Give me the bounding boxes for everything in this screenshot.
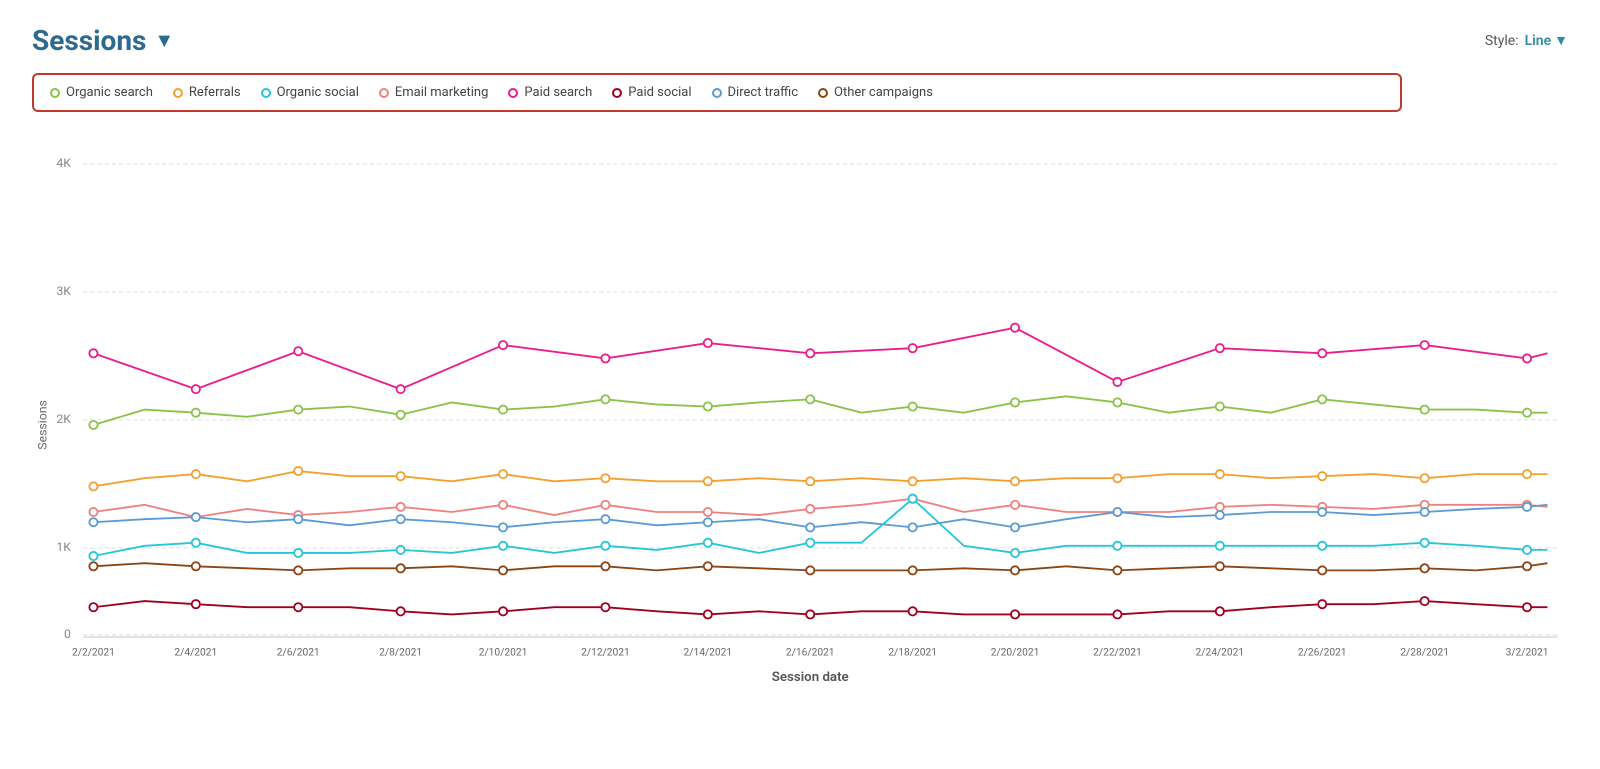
legend-label: Email marketing: [395, 85, 489, 100]
svg-text:2/18/2021: 2/18/2021: [888, 647, 937, 658]
legend-label: Paid search: [524, 85, 592, 100]
svg-text:2K: 2K: [56, 412, 71, 426]
legend: Organic search Referrals Organic social Ema…: [32, 73, 1402, 112]
legend-label: Paid social: [628, 85, 691, 100]
legend-label: Direct traffic: [728, 85, 799, 100]
svg-text:2/20/2021: 2/20/2021: [991, 647, 1040, 658]
legend-dot: [379, 88, 389, 98]
svg-text:2/10/2021: 2/10/2021: [479, 647, 528, 658]
title-text: Sessions: [32, 24, 146, 57]
legend-item[interactable]: Paid social: [612, 85, 691, 100]
svg-text:3/2/2021: 3/2/2021: [1506, 647, 1549, 658]
legend-item[interactable]: Paid search: [508, 85, 592, 100]
legend-dot: [50, 88, 60, 98]
legend-item[interactable]: Referrals: [173, 85, 241, 100]
legend-label: Organic search: [66, 85, 153, 100]
style-value: Line: [1525, 33, 1552, 49]
svg-text:2/24/2021: 2/24/2021: [1196, 647, 1245, 658]
style-dropdown-icon: ▼: [1554, 32, 1568, 49]
legend-item[interactable]: Other campaigns: [818, 85, 933, 100]
legend-dot: [508, 88, 518, 98]
svg-text:2/26/2021: 2/26/2021: [1298, 647, 1347, 658]
svg-text:0: 0: [64, 627, 71, 641]
svg-text:4K: 4K: [56, 156, 71, 170]
title-dropdown-icon[interactable]: ▼: [154, 28, 174, 53]
legend-item[interactable]: Email marketing: [379, 85, 489, 100]
legend-label: Organic social: [277, 85, 359, 100]
svg-text:Session date: Session date: [772, 670, 849, 685]
page-title[interactable]: Sessions ▼: [32, 24, 174, 57]
sessions-chart: 4K 3K 2K 1K 0 Sessions: [32, 128, 1568, 701]
legend-dot: [612, 88, 622, 98]
legend-item[interactable]: Organic social: [261, 85, 359, 100]
legend-dot: [261, 88, 271, 98]
svg-text:2/4/2021: 2/4/2021: [174, 647, 217, 658]
style-dropdown[interactable]: Line ▼: [1525, 32, 1568, 49]
legend-label: Referrals: [189, 85, 241, 100]
legend-item[interactable]: Organic search: [50, 85, 153, 100]
svg-text:2/8/2021: 2/8/2021: [379, 647, 422, 658]
legend-dot: [712, 88, 722, 98]
svg-text:2/6/2021: 2/6/2021: [277, 647, 320, 658]
legend-item[interactable]: Direct traffic: [712, 85, 799, 100]
svg-text:2/28/2021: 2/28/2021: [1400, 647, 1449, 658]
legend-dot: [173, 88, 183, 98]
svg-text:2/12/2021: 2/12/2021: [581, 647, 630, 658]
svg-text:1K: 1K: [56, 540, 71, 554]
svg-text:2/22/2021: 2/22/2021: [1093, 647, 1142, 658]
svg-text:3K: 3K: [56, 284, 71, 298]
style-label: Style:: [1485, 33, 1519, 49]
svg-text:Sessions: Sessions: [35, 400, 49, 450]
svg-text:2/16/2021: 2/16/2021: [786, 647, 835, 658]
style-control: Style: Line ▼: [1485, 32, 1568, 49]
svg-text:2/14/2021: 2/14/2021: [684, 647, 733, 658]
svg-text:2/2/2021: 2/2/2021: [72, 647, 115, 658]
legend-dot: [818, 88, 828, 98]
chart-container: 4K 3K 2K 1K 0 Sessions: [32, 128, 1568, 701]
page-header: Sessions ▼ Style: Line ▼: [32, 24, 1568, 57]
legend-label: Other campaigns: [834, 85, 933, 100]
